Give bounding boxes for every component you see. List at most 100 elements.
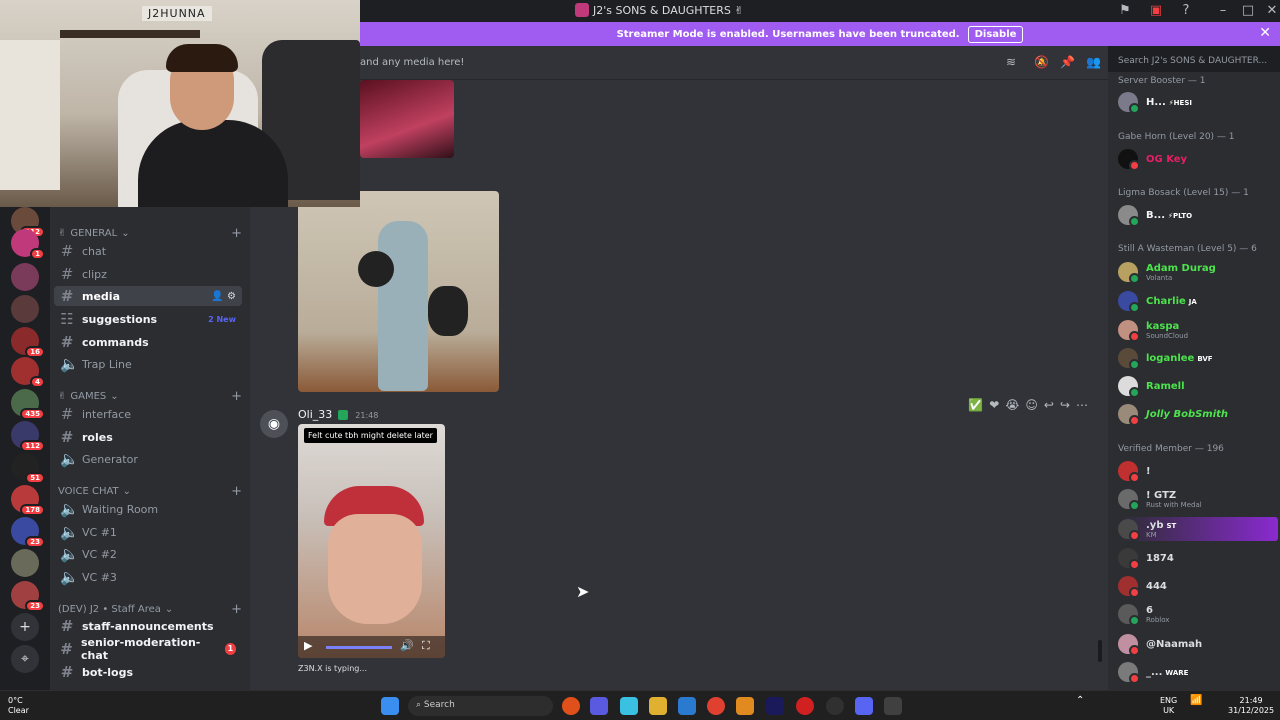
server-icon-8[interactable]: 112 bbox=[11, 421, 45, 452]
clock[interactable]: 21:49 31/12/2025 bbox=[1228, 696, 1274, 716]
notifications-icon[interactable]: 🔕 bbox=[1034, 55, 1049, 69]
channel-clipz[interactable]: # clipz bbox=[54, 264, 242, 284]
volume-icon[interactable]: 🔊 bbox=[400, 639, 414, 652]
member-item[interactable]: 1874 bbox=[1118, 546, 1278, 570]
add-server-icon[interactable]: + bbox=[11, 613, 39, 641]
minimize-icon[interactable]: – bbox=[1215, 3, 1231, 19]
premiere-icon[interactable] bbox=[766, 697, 784, 715]
channel-staff-announcements[interactable]: # staff-announcements bbox=[54, 616, 242, 636]
add-channel-icon[interactable]: + bbox=[231, 226, 242, 241]
author-name[interactable]: Oli_33 bbox=[298, 408, 332, 421]
channel-senior-moderation-chat[interactable]: # senior-moderation-chat 1 bbox=[54, 636, 242, 662]
add-channel-icon[interactable]: + bbox=[231, 484, 242, 499]
reply-icon[interactable]: ↩ bbox=[1044, 398, 1054, 412]
server-icon-5[interactable]: 16 bbox=[11, 327, 45, 358]
add-channel-icon[interactable]: + bbox=[231, 602, 242, 617]
channel-chat[interactable]: # chat bbox=[54, 241, 242, 261]
disable-button[interactable]: Disable bbox=[967, 25, 1024, 43]
wifi-icon[interactable]: 📶 bbox=[1190, 696, 1202, 706]
member-item[interactable]: OG Key bbox=[1118, 147, 1278, 171]
weather-widget[interactable]: 0°C Clear bbox=[8, 696, 29, 716]
member-item[interactable]: 444 bbox=[1118, 574, 1278, 598]
server-icon-12[interactable] bbox=[11, 549, 39, 577]
pin-icon[interactable]: 📌 bbox=[1060, 55, 1075, 69]
terminal-icon[interactable] bbox=[884, 697, 902, 715]
teams-icon[interactable] bbox=[590, 697, 608, 715]
channel-settings-icon[interactable]: 👤 ⚙ bbox=[211, 291, 236, 302]
video-attachment[interactable]: Felt cute tbh might delete later ▶ 🔊 ⛶ bbox=[298, 424, 445, 658]
add-reaction-icon[interactable]: ☺ bbox=[1025, 398, 1038, 412]
member-item[interactable]: Adam Durag Volanta bbox=[1118, 260, 1278, 284]
category-general[interactable]: ✌ GENERAL ⌄ + bbox=[58, 226, 242, 241]
member-item[interactable]: loganlee BVF bbox=[1118, 346, 1278, 370]
member-list-icon[interactable]: 👥 bbox=[1086, 55, 1101, 69]
threads-icon[interactable]: ≋ bbox=[1006, 55, 1016, 69]
channel-waiting-room[interactable]: 🔈 Waiting Room bbox=[54, 499, 242, 519]
category-staff-area[interactable]: (DEV) J2 • Staff Area ⌄ + bbox=[58, 602, 242, 617]
discover-icon[interactable]: ⌖ bbox=[11, 645, 39, 673]
server-icon-6[interactable]: 4 bbox=[11, 357, 45, 388]
member-item[interactable]: ! GTZ Rust with Medal bbox=[1118, 487, 1278, 511]
store-icon[interactable] bbox=[678, 697, 696, 715]
vlc-icon[interactable] bbox=[736, 697, 754, 715]
server-icon-3[interactable] bbox=[11, 263, 39, 291]
category-games[interactable]: ✌ GAMES ⌄ + bbox=[58, 389, 242, 404]
member-item[interactable]: 6 Roblox bbox=[1118, 602, 1278, 626]
add-channel-icon[interactable]: + bbox=[231, 389, 242, 404]
stream-icon[interactable]: ▣ bbox=[1148, 3, 1164, 19]
channel-interface[interactable]: # interface bbox=[54, 404, 242, 424]
chrome-icon[interactable] bbox=[707, 697, 725, 715]
cry-react-icon[interactable]: 😭 bbox=[1005, 398, 1019, 412]
member-item[interactable]: ! bbox=[1118, 459, 1278, 483]
channel-generator[interactable]: 🔈 Generator bbox=[54, 449, 242, 469]
opera-icon[interactable] bbox=[796, 697, 814, 715]
maximize-icon[interactable]: □ bbox=[1240, 3, 1256, 19]
server-icon-9[interactable]: 51 bbox=[11, 453, 45, 484]
author-avatar[interactable]: ◉ bbox=[260, 410, 288, 438]
heart-react-icon[interactable]: ❤ bbox=[989, 398, 999, 412]
channel-bot-logs[interactable]: # bot-logs bbox=[54, 662, 242, 682]
play-icon[interactable]: ▶ bbox=[304, 639, 312, 652]
channel-vc-3[interactable]: 🔈 VC #3 bbox=[54, 567, 242, 587]
close-icon[interactable]: ✕ bbox=[1259, 25, 1271, 41]
channel-roles[interactable]: # roles bbox=[54, 427, 242, 447]
video-progress-bar[interactable] bbox=[326, 646, 392, 649]
server-icon-13[interactable]: 23 bbox=[11, 581, 45, 612]
member-item[interactable]: kaspa SoundCloud bbox=[1118, 318, 1278, 342]
channel-suggestions[interactable]: ☷ suggestions 2 New bbox=[54, 309, 242, 329]
chat-scrollbar[interactable] bbox=[1098, 640, 1102, 662]
media-attachment-1[interactable] bbox=[360, 80, 454, 158]
member-item[interactable]: Ramell bbox=[1118, 374, 1278, 398]
server-icon-11[interactable]: 23 bbox=[11, 517, 45, 548]
window-close-icon[interactable]: ✕ bbox=[1264, 3, 1280, 19]
taskbar-search[interactable]: ⌕ Search bbox=[408, 696, 553, 716]
member-item[interactable]: Jolly BobSmith bbox=[1118, 402, 1278, 426]
server-icon-2[interactable]: 1 bbox=[11, 229, 45, 260]
channel-commands[interactable]: # commands bbox=[54, 332, 242, 352]
search-input[interactable]: Search J2's SONS & DAUGHTER... bbox=[1112, 52, 1276, 72]
fullscreen-icon[interactable]: ⛶ bbox=[422, 639, 430, 653]
language-indicator[interactable]: ENG UK bbox=[1160, 696, 1177, 716]
help-icon[interactable]: ? bbox=[1178, 3, 1194, 19]
more-icon[interactable]: ⋯ bbox=[1076, 398, 1088, 412]
windows-start-icon[interactable] bbox=[381, 697, 399, 715]
channel-trap-line[interactable]: 🔈 Trap Line bbox=[54, 354, 242, 374]
server-icon-4[interactable] bbox=[11, 295, 39, 323]
inbox-icon[interactable]: ⚑ bbox=[1117, 3, 1133, 19]
server-icon-7[interactable]: 435 bbox=[11, 389, 45, 420]
forward-icon[interactable]: ↪ bbox=[1060, 398, 1070, 412]
check-react-icon[interactable]: ✅ bbox=[968, 398, 983, 412]
channel-vc-2[interactable]: 🔈 VC #2 bbox=[54, 544, 242, 564]
copilot-icon[interactable] bbox=[620, 697, 638, 715]
member-item[interactable]: @Naamah bbox=[1118, 632, 1278, 656]
channel-media[interactable]: # media 👤 ⚙ bbox=[54, 286, 242, 306]
file-explorer-icon[interactable] bbox=[649, 697, 667, 715]
member-item[interactable]: H... ⚡HESI bbox=[1118, 90, 1278, 114]
discord-icon[interactable] bbox=[855, 697, 873, 715]
media-attachment-2[interactable] bbox=[298, 191, 499, 392]
tray-chevron-icon[interactable]: ⌃ bbox=[1076, 696, 1084, 706]
channel-vc-1[interactable]: 🔈 VC #1 bbox=[54, 522, 242, 542]
firefox-icon[interactable] bbox=[562, 697, 580, 715]
server-icon-10[interactable]: 178 bbox=[11, 485, 45, 516]
member-item[interactable]: Charlie JA bbox=[1118, 289, 1278, 313]
